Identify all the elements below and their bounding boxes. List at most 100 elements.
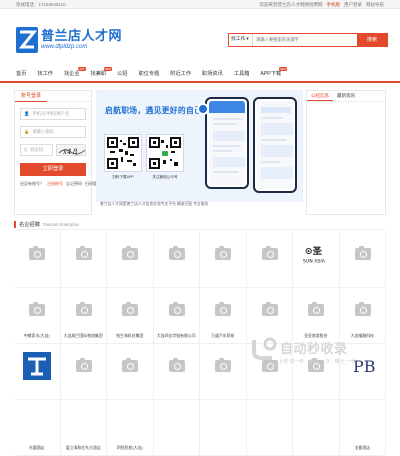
company-name: 大连四达华链有限公司	[156, 333, 196, 338]
hotline-text: 热线电话：17153645110	[16, 2, 66, 7]
login-tab[interactable]: 账号登录	[15, 91, 91, 102]
svg-text:SUN ASIA: SUN ASIA	[303, 258, 326, 264]
nav-item-9[interactable]: APP下载 NEW	[260, 66, 288, 82]
forgot-password-link[interactable]: 忘记密码	[66, 181, 82, 187]
company-card[interactable]: 万盛汽车贸易	[200, 288, 247, 344]
camera-placeholder-icon	[23, 240, 51, 268]
company-name: 大连顺兰国际物流集团	[63, 333, 103, 338]
company-card[interactable]: 中粮家丰(大连)	[14, 288, 61, 344]
camera-placeholder-icon	[349, 296, 377, 324]
company-grid: ⊙圣 SUN ASIA 中粮家丰(大连) 大连顺兰国际物流集团 铭生海科技集团 大连四达华…	[14, 232, 386, 456]
company-card[interactable]	[246, 288, 293, 344]
nav-item-8[interactable]: 工具箱	[234, 66, 250, 82]
search-input[interactable]	[253, 34, 357, 46]
company-name: 圣亚旅游股份	[304, 333, 328, 338]
company-card[interactable]: 东圆酒店	[14, 400, 61, 456]
company-card[interactable]	[107, 344, 154, 400]
camera-placeholder-icon	[302, 296, 330, 324]
svg-text:⊙圣: ⊙圣	[305, 246, 323, 257]
company-card[interactable]	[60, 344, 107, 400]
nav-item-6[interactable]: 附近工作	[170, 66, 191, 82]
welcome-text: 欢迎来到普兰店人才网络招聘网	[259, 2, 323, 7]
logo-url: www.dlpldzp.com	[41, 44, 88, 50]
camera-placeholder-icon	[163, 296, 191, 324]
company-card[interactable]: ⊙圣 SUN ASIA	[293, 232, 340, 288]
app-qr-caption: 扫码下载APP	[112, 175, 134, 179]
nav-item-1[interactable]: 找工作	[37, 66, 53, 82]
company-card[interactable]	[14, 344, 61, 400]
tab-latest-news[interactable]: 最新资讯	[333, 91, 359, 101]
search-button[interactable]: 搜索	[357, 34, 387, 46]
nav-badge: NEW	[278, 67, 288, 71]
company-card[interactable]: PB	[339, 344, 386, 400]
company-card[interactable]: 铭生海科技集团	[107, 288, 154, 344]
nav-item-4[interactable]: 公招	[117, 66, 127, 82]
company-card[interactable]	[200, 400, 247, 456]
company-card[interactable]	[14, 232, 61, 288]
company-name: 四弦民航(大连)	[116, 445, 143, 450]
captcha-field[interactable]: ⛨ 验证码	[20, 144, 53, 156]
chat-bubble-icon	[197, 103, 209, 115]
wechat-qr-caption: 关注微信公众号	[152, 175, 178, 179]
user-login-link[interactable]: 用户登录	[344, 0, 362, 9]
username-field[interactable]: 👤 手机号/手机/用户名	[20, 108, 86, 120]
nav-item-7[interactable]: 职场资讯	[202, 66, 223, 82]
password-field[interactable]: 🔒 请输入密码	[20, 126, 86, 138]
company-name: 爱立清和伦东方酒店	[65, 445, 101, 450]
camera-placeholder-icon	[209, 296, 237, 324]
company-card[interactable]: 大连四达华链有限公司	[153, 288, 200, 344]
phone-mockup	[205, 97, 249, 189]
main-nav: 首页 找工作 找企业 HOT 找兼职 NEW 公招 职位专题 附近工作 职场资讯 工具箱 APP下载 N…	[0, 67, 400, 83]
top-bar: 热线电话：17153645110 欢迎来到普兰店人才网络招聘网 手机版 用户登录…	[0, 0, 400, 9]
company-card[interactable]: 法鲁酒店	[339, 400, 386, 456]
camera-placeholder-icon	[209, 352, 237, 380]
tab-public-recruit[interactable]: 公招信息	[307, 91, 333, 101]
wechat-qr-code	[147, 135, 183, 171]
company-card[interactable]: 大连顺兰国际物流集团	[60, 288, 107, 344]
mobile-link[interactable]: 手机版	[327, 0, 341, 9]
camera-placeholder-icon	[116, 240, 144, 268]
company-logo: ⊙圣 SUN ASIA	[302, 240, 330, 268]
svg-text:8: 8	[73, 148, 78, 156]
nav-item-2[interactable]: 找企业 HOT	[64, 66, 86, 82]
camera-placeholder-icon	[23, 296, 51, 324]
famous-enterprise-header: 名企招聘 Famous Enterprise	[14, 220, 386, 230]
company-card[interactable]	[153, 344, 200, 400]
logo-title: 普兰店人才网	[41, 28, 123, 43]
camera-placeholder-icon	[163, 240, 191, 268]
company-card[interactable]	[246, 400, 293, 456]
company-card[interactable]: 圣亚旅游股份	[293, 288, 340, 344]
company-card[interactable]	[153, 232, 200, 288]
camera-placeholder-icon	[209, 240, 237, 268]
camera-placeholder-icon	[163, 352, 191, 380]
company-card[interactable]: 大连福融科技	[339, 288, 386, 344]
site-logo[interactable]: 普兰店人才网 www.dlpldzp.com	[16, 27, 122, 53]
company-card[interactable]	[200, 344, 247, 400]
company-card[interactable]	[153, 400, 200, 456]
company-card[interactable]	[293, 344, 340, 400]
company-card[interactable]: 爱立清和伦东方酒店	[60, 400, 107, 456]
nav-item-5[interactable]: 职位专题	[139, 66, 160, 82]
lock-icon: 🔒	[24, 129, 30, 134]
promo-banner[interactable]: 启航职场，遇见更好的自己 扫码下载APP 关注微信公众号	[96, 90, 303, 202]
svg-text:PB: PB	[353, 357, 376, 376]
company-card[interactable]	[246, 344, 293, 400]
register-link[interactable]: 注册账号	[47, 181, 63, 187]
nav-item-0[interactable]: 首页	[16, 66, 26, 82]
site-nav-link[interactable]: 网站导航	[366, 0, 384, 9]
company-card[interactable]	[200, 232, 247, 288]
search-type-select[interactable]: 找工作 ▾	[229, 34, 253, 46]
notice-panel: 公招信息 最新资讯	[306, 90, 386, 215]
company-card[interactable]	[60, 232, 107, 288]
company-card[interactable]	[107, 232, 154, 288]
camera-placeholder-icon	[256, 352, 284, 380]
company-card[interactable]	[339, 232, 386, 288]
company-name: 法鲁酒店	[354, 445, 371, 450]
company-card[interactable]: 四弦民航(大连)	[107, 400, 154, 456]
camera-placeholder-icon	[116, 296, 144, 324]
company-card[interactable]	[293, 400, 340, 456]
nav-item-3[interactable]: 找兼职 NEW	[91, 66, 113, 82]
company-card[interactable]	[246, 232, 293, 288]
login-button[interactable]: 立即登录	[20, 163, 86, 176]
captcha-image[interactable]: x4 8	[56, 144, 86, 156]
